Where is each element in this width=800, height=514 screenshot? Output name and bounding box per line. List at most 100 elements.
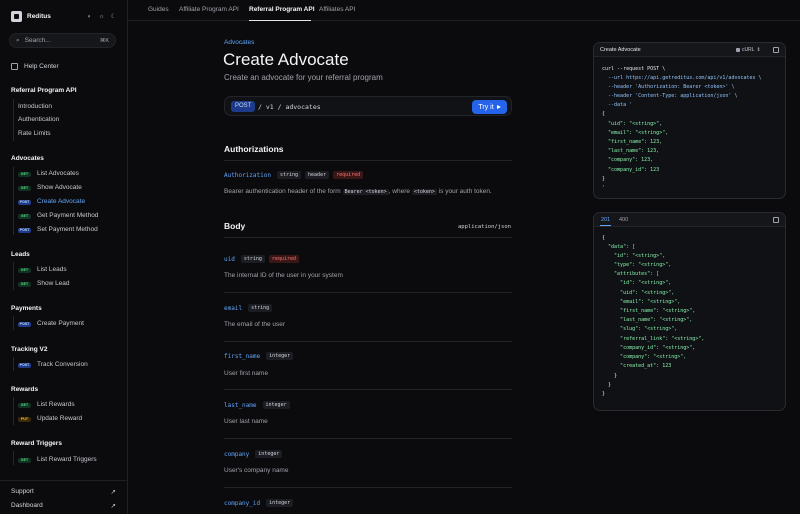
- endpoint-path[interactable]: / v1 / advocates: [258, 103, 321, 111]
- param-company[interactable]: company integer: [224, 450, 283, 458]
- sidebar-link-support[interactable]: Support ↗: [11, 488, 116, 496]
- tab-response-201[interactable]: 201: [601, 217, 610, 223]
- search-placeholder: Search...: [24, 37, 51, 44]
- code-line: "referral_link": "<string>",: [602, 336, 705, 342]
- sun-icon[interactable]: ☼: [98, 13, 105, 20]
- sidebar-divider: [13, 167, 14, 235]
- sidebar-item-show-advocate[interactable]: GET Show Advocate: [18, 184, 82, 191]
- code-line: --header 'Authorization: Bearer <token>'…: [602, 84, 735, 90]
- param-description: The email of the user: [224, 321, 286, 328]
- put-badge: PUT: [18, 417, 31, 422]
- get-badge: GET: [18, 282, 31, 287]
- code-line: "company_id": "<string>",: [602, 345, 696, 351]
- theme-icon[interactable]: ◐: [86, 13, 93, 20]
- post-badge: POST: [18, 363, 31, 368]
- sidebar-item-list-advocates[interactable]: GET List Advocates: [18, 170, 79, 177]
- code-line: }: [602, 382, 612, 388]
- code-line: "last_name": "<string>",: [602, 317, 693, 323]
- get-badge: GET: [18, 172, 31, 177]
- sidebar-item-label: Support: [11, 488, 34, 495]
- code-line: "uid": "<string>",: [602, 121, 663, 127]
- get-badge: GET: [18, 214, 31, 219]
- sidebar-link-dashboard[interactable]: Dashboard ↗: [11, 502, 116, 510]
- search-input[interactable]: ⌕ Search... ⌘K: [9, 33, 116, 48]
- tab-referral-program-api[interactable]: Referral Program API: [249, 6, 315, 13]
- code-line: "attributes": [: [602, 271, 660, 277]
- param-last-name[interactable]: last_name integer: [224, 401, 290, 409]
- sidebar-divider: [13, 451, 14, 465]
- sidebar-item-create-advocate[interactable]: POST Create Advocate: [18, 198, 85, 205]
- param-description: Bearer authentication header of the form…: [224, 188, 492, 195]
- tab-affiliate-program-api[interactable]: Affiliate Program API: [179, 6, 239, 13]
- sidebar-item-show-lead[interactable]: GET Show Lead: [18, 280, 70, 287]
- param-uid[interactable]: uid string required: [224, 255, 299, 263]
- sidebar-item-track-conversion[interactable]: POST Track Conversion: [18, 361, 88, 368]
- code-line: "company": "<string>",: [602, 354, 687, 360]
- param-description: User last name: [224, 418, 268, 425]
- sidebar-divider: [13, 262, 14, 290]
- sidebar-item-create-payment[interactable]: POST Create Payment: [18, 320, 84, 327]
- code-line: "type": "<string>",: [602, 262, 672, 268]
- param-type: integer: [262, 401, 290, 409]
- sidebar-item-list-leads[interactable]: GET List Leads: [18, 266, 67, 273]
- sidebar-item-set-payment-method[interactable]: POST Set Payment Method: [18, 226, 98, 233]
- code-line: "id": "<string>",: [602, 253, 666, 259]
- param-type: string: [248, 304, 273, 312]
- book-icon: [11, 63, 18, 70]
- section-divider: [224, 341, 512, 342]
- sidebar-item-label: Create Payment: [37, 320, 84, 327]
- sidebar-item-rate-limits[interactable]: Rate Limits: [18, 130, 51, 137]
- required-badge: required: [268, 255, 299, 263]
- sidebar-item-introduction[interactable]: Introduction: [18, 103, 52, 110]
- sidebar-item-list-rewards[interactable]: GET List Rewards: [18, 401, 75, 408]
- tab-guides[interactable]: Guides: [148, 6, 169, 13]
- code-line: "email": "<string>",: [602, 130, 669, 136]
- tab-response-400[interactable]: 400: [619, 217, 628, 223]
- sidebar-footer-divider: [0, 480, 127, 481]
- param-authorization[interactable]: Authorization string header required: [224, 171, 364, 179]
- language-select[interactable]: cURL ⇕: [736, 47, 761, 53]
- authorizations-heading: Authorizations: [224, 144, 284, 154]
- param-description: User first name: [224, 370, 269, 377]
- sidebar-divider: [13, 316, 14, 330]
- breadcrumb[interactable]: Advocates: [224, 39, 254, 46]
- code-line: }: [602, 373, 618, 379]
- post-badge: POST: [18, 228, 31, 233]
- get-badge: GET: [18, 458, 31, 463]
- language-label: cURL: [742, 47, 755, 53]
- try-it-button[interactable]: Try it: [472, 100, 507, 114]
- code-line: {: [602, 235, 606, 241]
- sidebar-group-rewards: Rewards: [11, 386, 39, 393]
- sidebar-item-label: Show Advocate: [37, 184, 82, 191]
- path-resource: advocates: [285, 103, 321, 111]
- request-example-panel: Create Advocate cURL ⇕ curl --request POS…: [593, 42, 786, 199]
- brand-logo[interactable]: Reditus: [11, 11, 51, 22]
- copy-icon[interactable]: [773, 47, 779, 53]
- moon-icon[interactable]: ☾: [110, 13, 117, 20]
- sidebar-item-update-reward[interactable]: PUT Update Reward: [18, 415, 82, 422]
- param-type: integer: [255, 450, 283, 458]
- sidebar-item-authentication[interactable]: Authentication: [18, 116, 59, 123]
- param-name: Authorization: [224, 171, 271, 179]
- required-badge: required: [333, 171, 364, 179]
- section-divider: [224, 237, 512, 238]
- sidebar-divider: [13, 357, 14, 371]
- section-divider: [224, 292, 512, 293]
- desc-text: is your auth token.: [438, 188, 492, 195]
- section-divider: [224, 160, 512, 161]
- param-email[interactable]: email string: [224, 304, 273, 312]
- param-location: header: [305, 171, 330, 179]
- sidebar-item-label: List Advocates: [37, 170, 79, 177]
- param-first-name[interactable]: first_name integer: [224, 352, 294, 360]
- param-company-id[interactable]: company_id integer: [224, 499, 294, 507]
- content-type: application/json: [458, 224, 511, 230]
- copy-icon[interactable]: [773, 217, 779, 223]
- code-line: "last_name": 123,: [602, 148, 660, 154]
- sidebar-item-get-payment-method[interactable]: GET Get Payment Method: [18, 212, 98, 219]
- tab-affiliates-api[interactable]: Affiliates API: [319, 6, 355, 13]
- sidebar-item-list-reward-triggers[interactable]: GET List Reward Triggers: [18, 456, 97, 463]
- param-type: string: [276, 171, 302, 179]
- sidebar-item-label: Create Advocate: [37, 198, 86, 205]
- sidebar-item-help-center[interactable]: Help Center: [11, 63, 59, 70]
- sidebar-group-tracking-v2: Tracking V2: [11, 346, 48, 353]
